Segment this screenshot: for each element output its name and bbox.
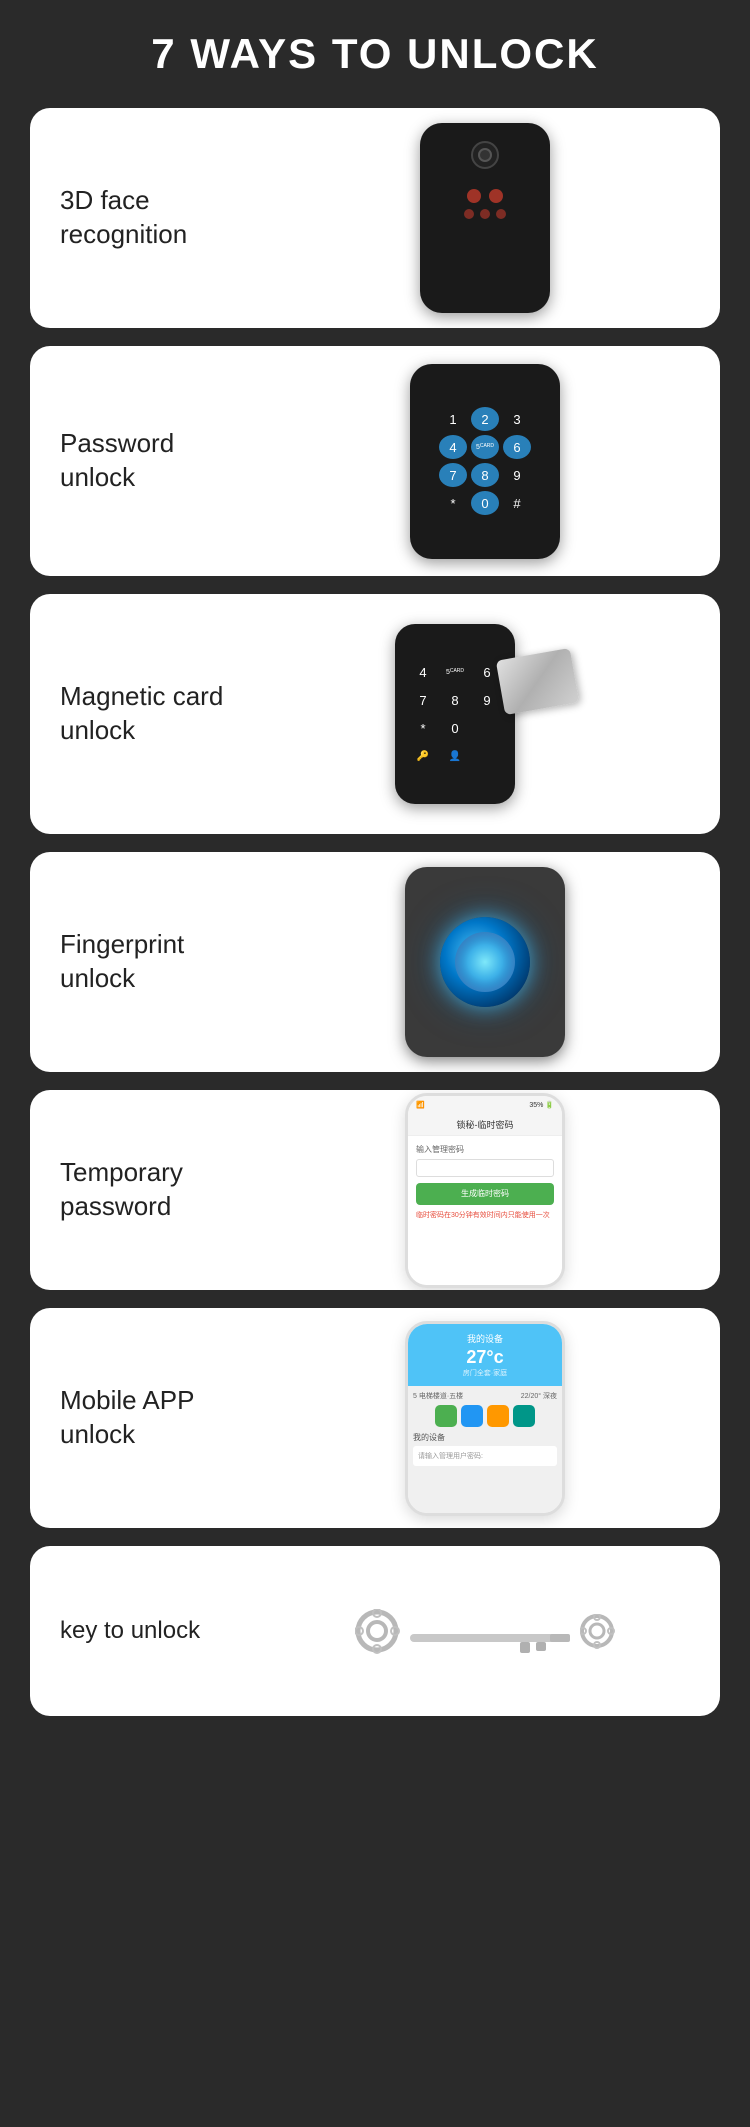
temp-phone-mockup: 📶 35% 🔋 锁秘-临时密码 输入管理密码 生成临时密码 临时密码在30分钟有…	[405, 1093, 565, 1288]
face-dot2-2	[480, 209, 490, 219]
card-image-fingerprint	[250, 862, 720, 1062]
card-label-password: Password unlock	[30, 407, 250, 515]
key-star: *	[439, 491, 467, 515]
card-label-app: Mobile APP unlock	[30, 1364, 250, 1472]
app-temperature: 27°c	[466, 1347, 503, 1368]
app-subtitle: 房门全套·家庭	[463, 1368, 507, 1378]
card-image-key	[250, 1599, 720, 1664]
key-bow-svg	[355, 1609, 400, 1654]
fingerprint-device-mockup	[405, 867, 565, 1057]
temp-usage-note: 临时密码在30分钟有效时间内只能使用一次	[416, 1211, 554, 1220]
mag-key-empty	[473, 716, 501, 740]
face-phone-mockup	[420, 123, 550, 313]
mag-key-4: 4	[409, 660, 437, 684]
temp-input-label: 输入管理密码	[416, 1144, 554, 1155]
card-image-temp: 📶 35% 🔋 锁秘-临时密码 输入管理密码 生成临时密码 临时密码在30分钟有…	[250, 1090, 720, 1290]
card-label-magnetic: Magnetic card unlock	[30, 660, 250, 768]
key-1: 1	[439, 407, 467, 431]
card-image-face	[250, 118, 720, 318]
key-shaft-svg	[410, 1623, 570, 1653]
fingerprint-sensor	[455, 932, 515, 992]
password-phone-mockup: 1 2 3 4 5CARD 6 7 8 9 * 0 #	[410, 364, 560, 559]
camera-lens	[478, 148, 492, 162]
mag-key-5-card: 5CARD	[441, 660, 469, 684]
key-bow	[355, 1609, 400, 1654]
app-stats: 5 电梯楼道·五楼 22/20° 深夜	[413, 1391, 557, 1401]
fingerprint-glow	[440, 917, 530, 1007]
card-label-face: 3D face recognition	[30, 164, 250, 272]
mag-key-9: 9	[473, 688, 501, 712]
face-dot2-1	[464, 209, 474, 219]
app-devices-label: 我的设备	[413, 1432, 557, 1443]
face-dot-1	[467, 189, 481, 203]
face-dot-2	[489, 189, 503, 203]
mag-key-icon2: 👤	[441, 744, 469, 768]
app-icon-1	[435, 1405, 457, 1427]
card-face-recognition: 3D face recognition	[30, 108, 720, 328]
mag-key-empty2	[473, 744, 501, 768]
app-icon-3	[487, 1405, 509, 1427]
card-image-app: 我的设备 27°c 房门全套·家庭 5 电梯楼道·五楼 22/20° 深夜 我的…	[250, 1318, 720, 1518]
temp-password-input	[416, 1159, 554, 1177]
key-hash: #	[503, 491, 531, 515]
key-6: 6	[503, 435, 531, 459]
key-5-card: 5CARD	[471, 435, 499, 459]
magnetic-card-visual	[496, 648, 579, 715]
temp-app-body: 输入管理密码 生成临时密码 临时密码在30分钟有效时间内只能使用一次	[408, 1136, 562, 1285]
temp-app-header: 锁秘-临时密码	[408, 1114, 562, 1136]
key-shaft	[410, 1623, 570, 1639]
app-phone-mockup: 我的设备 27°c 房门全套·家庭 5 电梯楼道·五楼 22/20° 深夜 我的…	[405, 1321, 565, 1516]
mag-key-7: 7	[409, 688, 437, 712]
card-label-temp: Temporary password	[30, 1136, 250, 1244]
face-recognition-dots	[467, 189, 503, 203]
mag-key-0: 0	[441, 716, 469, 740]
mag-key-icon1: 🔑	[409, 744, 437, 768]
app-password-input[interactable]: 请输入管理用户密码:	[413, 1446, 557, 1466]
key-2: 2	[471, 407, 499, 431]
mag-keypad-grid: 4 5CARD 6 7 8 9 * 0 🔑 👤	[409, 660, 501, 768]
card-mobile-app-unlock: Mobile APP unlock 我的设备 27°c 房门全套·家庭 5 电梯…	[30, 1308, 720, 1528]
mag-key-8: 8	[441, 688, 469, 712]
key-tip	[580, 1614, 615, 1649]
card-image-magnetic: 4 5CARD 6 7 8 9 * 0 🔑 👤	[250, 614, 720, 814]
app-header: 我的设备 27°c 房门全套·家庭	[408, 1324, 562, 1386]
key-3: 3	[503, 407, 531, 431]
key-visual	[355, 1609, 615, 1654]
card-fingerprint-unlock: Fingerprint unlock	[30, 852, 720, 1072]
camera-icon	[471, 141, 499, 169]
magnetic-phone-mockup: 4 5CARD 6 7 8 9 * 0 🔑 👤	[395, 624, 515, 804]
app-body: 5 电梯楼道·五楼 22/20° 深夜 我的设备 请输入管理用户密码:	[408, 1386, 562, 1513]
app-icon-2	[461, 1405, 483, 1427]
card-image-password: 1 2 3 4 5CARD 6 7 8 9 * 0 #	[250, 361, 720, 561]
card-password-unlock: Password unlock 1 2 3 4 5CARD 6 7 8 9 * …	[30, 346, 720, 576]
temp-statusbar: 📶 35% 🔋	[408, 1096, 562, 1114]
keypad-grid: 1 2 3 4 5CARD 6 7 8 9 * 0 #	[439, 407, 531, 515]
key-9: 9	[503, 463, 531, 487]
key-tip-svg	[580, 1614, 615, 1649]
face-dot2-3	[496, 209, 506, 219]
card-label-key: key to unlock	[30, 1595, 250, 1666]
key-0: 0	[471, 491, 499, 515]
page-title: 7 WAYS TO UNLOCK	[151, 30, 598, 78]
face-recognition-dots-2	[464, 209, 506, 219]
app-icon-4	[513, 1405, 535, 1427]
card-label-fingerprint: Fingerprint unlock	[30, 908, 250, 1016]
card-magnetic-unlock: Magnetic card unlock 4 5CARD 6 7 8 9 * 0…	[30, 594, 720, 834]
key-4: 4	[439, 435, 467, 459]
temp-generate-button[interactable]: 生成临时密码	[416, 1183, 554, 1205]
mag-key-star: *	[409, 716, 437, 740]
magnetic-card-container: 4 5CARD 6 7 8 9 * 0 🔑 👤	[395, 624, 575, 804]
card-temp-password: Temporary password 📶 35% 🔋 锁秘-临时密码 输入管理密…	[30, 1090, 720, 1290]
app-title: 我的设备	[467, 1332, 503, 1345]
card-key-unlock: key to unlock	[30, 1546, 720, 1716]
key-8: 8	[471, 463, 499, 487]
key-7: 7	[439, 463, 467, 487]
app-icon-row	[413, 1405, 557, 1427]
